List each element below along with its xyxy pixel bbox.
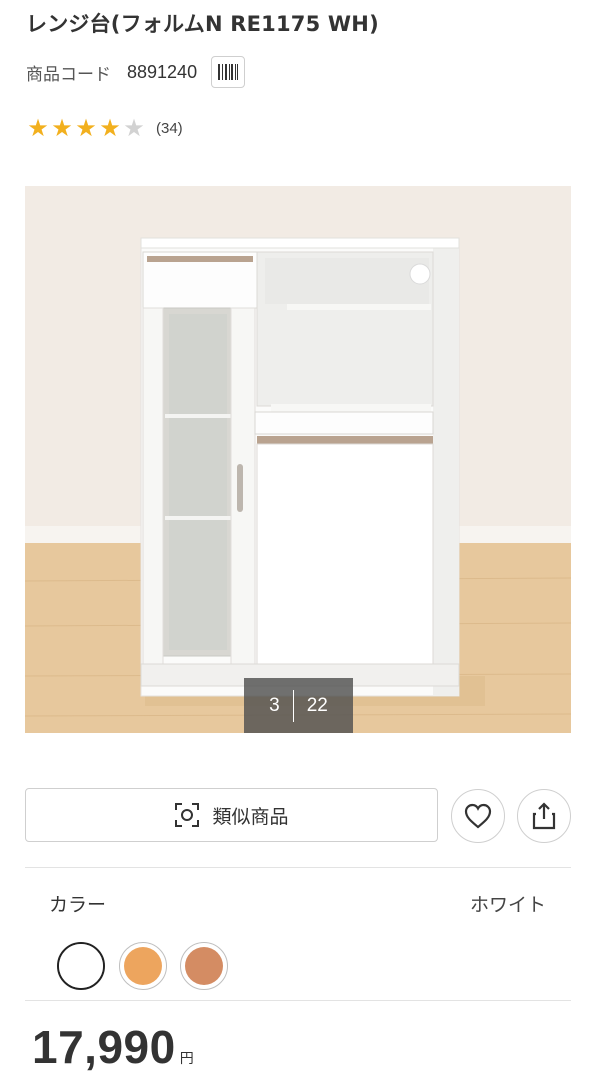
star-full-icon: ★ — [51, 114, 73, 142]
star-empty-icon: ★ — [123, 114, 145, 142]
similar-products-label: 類似商品 — [212, 805, 289, 828]
product-code-label: 商品コード — [26, 64, 111, 85]
favorite-button[interactable] — [451, 789, 505, 843]
price-unit: 円 — [179, 1051, 194, 1067]
image-search-icon — [174, 802, 200, 828]
barcode-icon — [218, 64, 239, 80]
image-counter-current: 3 — [269, 694, 280, 716]
price: 17,990 円 — [32, 1020, 194, 1074]
product-image[interactable] — [25, 186, 571, 733]
swatch-fill — [59, 944, 103, 988]
rating-row[interactable]: ★ ★ ★ ★ ★ (34) — [26, 116, 183, 140]
star-full-icon: ★ — [75, 114, 97, 142]
star-full-icon: ★ — [99, 114, 121, 142]
price-amount: 17,990 — [32, 1021, 176, 1073]
color-swatch-white[interactable] — [57, 942, 105, 990]
product-code-row: 商品コード 8891240 — [26, 56, 246, 88]
selected-color-name: ホワイト — [469, 894, 546, 916]
share-button[interactable] — [517, 789, 571, 843]
product-title: レンジ台(フォルムN RE1175 WH) — [26, 12, 379, 36]
swatch-fill — [185, 947, 223, 985]
color-swatch-orange[interactable] — [119, 942, 167, 990]
color-label: カラー — [49, 894, 107, 916]
image-counter-total: 22 — [306, 694, 328, 716]
image-counter: 3 22 — [244, 678, 353, 733]
product-code-value: 8891240 — [127, 61, 198, 82]
barcode-button[interactable] — [211, 56, 246, 88]
divider — [25, 1000, 571, 1001]
share-icon — [532, 802, 556, 830]
review-count[interactable]: (34) — [156, 120, 183, 137]
image-counter-separator — [292, 689, 294, 722]
star-full-icon: ★ — [27, 114, 49, 142]
heart-icon — [464, 803, 492, 829]
swatch-fill — [124, 947, 162, 985]
rating-stars: ★ ★ ★ ★ ★ — [26, 116, 146, 140]
similar-products-button[interactable]: 類似商品 — [25, 788, 438, 842]
divider — [25, 867, 571, 868]
color-swatch-brown[interactable] — [180, 942, 228, 990]
